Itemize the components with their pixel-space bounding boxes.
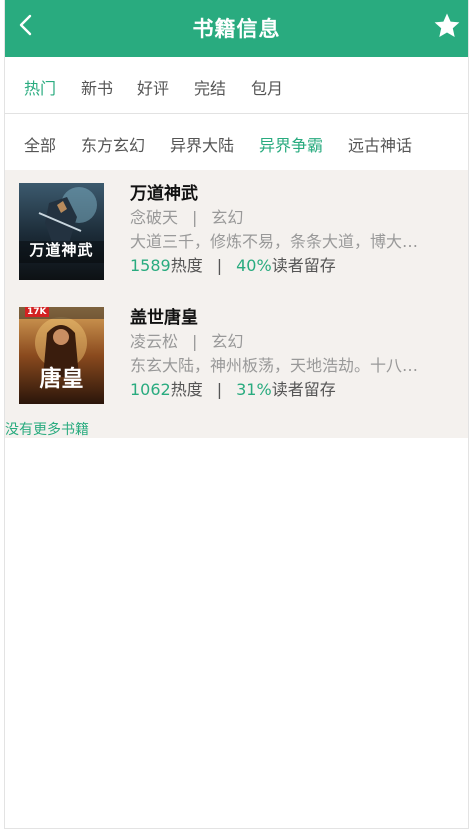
- heat-value: 1062: [130, 380, 171, 399]
- genre-tabs: 全部 东方玄幻 异界大陆 异界争霸 远古神话: [5, 114, 468, 170]
- book-cover: 17K 唐皇: [19, 307, 104, 404]
- genre-tab-otherworld-continent[interactable]: 异界大陆: [170, 132, 234, 156]
- retention-value: 40%: [236, 256, 272, 275]
- meta-separator: |: [192, 208, 198, 227]
- retention-value: 31%: [236, 380, 272, 399]
- book-title: 万道神武: [130, 184, 198, 204]
- book-info: 万道神武 念破天 | 玄幻 大道三千，修炼不易，条条大道，博大… 1589热度 | 40…: [130, 182, 458, 278]
- category-tabs: 热门 新书 好评 完结 包月: [5, 57, 468, 114]
- book-cover: 万道神武: [19, 183, 104, 280]
- cover-badge: 17K: [25, 307, 49, 317]
- retention-label: 读者留存: [271, 256, 336, 275]
- app-frame: 书籍信息 热门 新书 好评 完结 包月 全部 东方玄幻 异界大陆 异界争霸 远古…: [4, 0, 469, 829]
- page-title: 书籍信息: [192, 17, 281, 41]
- book-info: 盖世唐皇 凌云松 | 玄幻 东玄大陆，神州板荡，天地浩劫。十八… 1062热度 | 31…: [130, 306, 458, 402]
- book-item[interactable]: 17K 唐皇 盖世唐皇 凌云松 | 玄幻 东玄大陆，神州板荡，天地浩劫。十八… 10…: [5, 306, 468, 430]
- retention-label: 读者留存: [271, 380, 336, 399]
- favorite-button[interactable]: [432, 11, 462, 41]
- book-genre: 玄幻: [211, 332, 244, 351]
- star-icon: [434, 13, 460, 37]
- tab-monthly[interactable]: 包月: [251, 75, 283, 99]
- book-stats: 1589热度 | 40%读者留存: [130, 254, 458, 278]
- genre-tab-otherworld-war[interactable]: 异界争霸: [259, 132, 323, 156]
- book-stats: 1062热度 | 31%读者留存: [130, 378, 458, 402]
- tab-new[interactable]: 新书: [81, 75, 113, 99]
- heat-value: 1589: [130, 256, 171, 275]
- genre-tab-all[interactable]: 全部: [24, 132, 56, 156]
- tab-hot[interactable]: 热门: [24, 75, 56, 99]
- book-summary: 东玄大陆，神州板荡，天地浩劫。十八…: [130, 356, 419, 375]
- stats-separator: |: [216, 256, 223, 275]
- stats-separator: |: [216, 380, 223, 399]
- cover-title: 唐皇: [39, 366, 84, 392]
- book-meta: 凌云松 | 玄幻: [130, 330, 458, 354]
- heat-label: 热度: [170, 380, 203, 399]
- book-meta: 念破天 | 玄幻: [130, 206, 458, 230]
- book-author: 凌云松: [130, 332, 179, 351]
- tab-top-rated[interactable]: 好评: [137, 75, 169, 99]
- genre-tab-ancient-myth[interactable]: 远古神话: [348, 132, 412, 156]
- book-item[interactable]: 万道神武 万道神武 念破天 | 玄幻 大道三千，修炼不易，条条大道，博大… 1589…: [5, 182, 468, 306]
- book-summary: 大道三千，修炼不易，条条大道，博大…: [130, 232, 419, 251]
- no-more-books-text: 没有更多书籍: [5, 422, 89, 438]
- book-genre: 玄幻: [211, 208, 244, 227]
- book-title: 盖世唐皇: [130, 308, 198, 328]
- meta-separator: |: [192, 332, 198, 351]
- book-list: 万道神武 万道神武 念破天 | 玄幻 大道三千，修炼不易，条条大道，博大… 1589…: [5, 170, 468, 438]
- book-author: 念破天: [130, 208, 179, 227]
- header-bar: 书籍信息: [5, 0, 468, 57]
- cover-title: 万道神武: [29, 241, 94, 259]
- tab-completed[interactable]: 完结: [194, 75, 226, 99]
- heat-label: 热度: [170, 256, 203, 275]
- genre-tab-eastern-fantasy[interactable]: 东方玄幻: [81, 132, 145, 156]
